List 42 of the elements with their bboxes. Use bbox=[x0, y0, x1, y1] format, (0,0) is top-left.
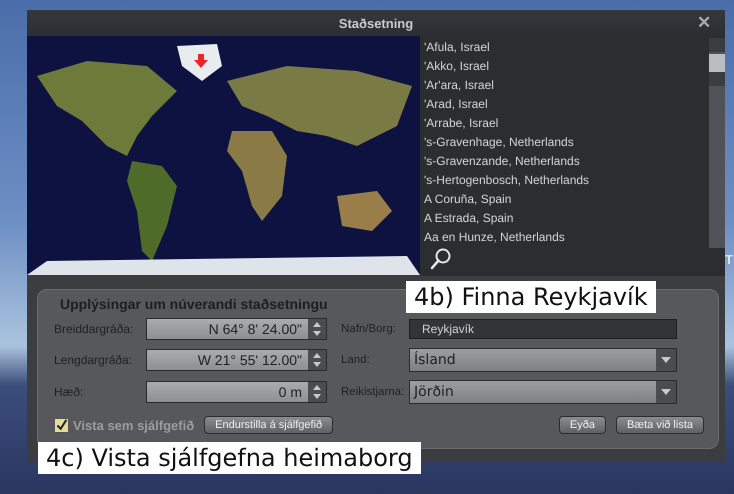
search-icon[interactable] bbox=[430, 248, 452, 270]
field-label: Nafn/Borg: bbox=[340, 323, 397, 335]
background-text: T bbox=[725, 252, 733, 267]
list-item[interactable]: 's-Gravenzande, Netherlands bbox=[420, 152, 710, 171]
text-field[interactable]: Reykjavík bbox=[409, 319, 677, 339]
field-label: Hæð: bbox=[54, 385, 84, 399]
field-label: Land: bbox=[340, 354, 371, 366]
scrollbar[interactable] bbox=[709, 38, 725, 248]
list-item[interactable]: Aa en Hunze, Netherlands bbox=[420, 228, 710, 247]
list-item[interactable]: 's-Hertogenbosch, Netherlands bbox=[420, 171, 710, 190]
reset-button[interactable]: Endurstilla á sjálfgefið bbox=[204, 416, 334, 434]
window-title: Staðsetning bbox=[338, 16, 414, 30]
list-item[interactable]: 'Ar'ara, Israel bbox=[420, 76, 710, 95]
location-marker-icon bbox=[194, 54, 208, 68]
action-button[interactable]: Bæta við lista bbox=[616, 416, 704, 434]
stepper-arrows-icon[interactable] bbox=[308, 319, 326, 339]
field-label: Lengdargráða: bbox=[54, 353, 134, 367]
field-label: Breiddargráða: bbox=[54, 322, 134, 336]
list-item[interactable]: 'Arad, Israel bbox=[420, 95, 710, 114]
close-button[interactable]: ✕ bbox=[697, 13, 711, 33]
list-item[interactable]: A Coruña, Spain bbox=[420, 190, 710, 209]
list-item[interactable]: 'Akko, Israel bbox=[420, 57, 710, 76]
caret-icon[interactable] bbox=[656, 349, 676, 371]
checkbox[interactable] bbox=[54, 418, 69, 432]
checkbox-label: Vista sem sjálfgefið bbox=[73, 418, 194, 432]
field-label: Reikistjarna: bbox=[340, 386, 406, 398]
spinner-field[interactable]: W 21° 55' 12.00" bbox=[146, 349, 327, 371]
caption-label: 4c) Vista sjálfgefna heimaborg bbox=[38, 442, 421, 474]
dropdown[interactable]: Jörðin bbox=[409, 380, 677, 404]
caption-label: 4b) Finna Reykjavík bbox=[406, 281, 656, 313]
stepper-arrows-icon[interactable] bbox=[308, 350, 326, 370]
list-item[interactable]: 's-Gravenhage, Netherlands bbox=[420, 133, 710, 152]
list-item[interactable]: 'Afula, Israel bbox=[420, 38, 710, 57]
panel-heading: Upplýsingar um núverandi staðsetningu bbox=[60, 296, 328, 312]
dropdown[interactable]: Ísland bbox=[409, 348, 677, 372]
list-item[interactable]: A Estrada, Spain bbox=[420, 209, 710, 228]
caret-icon[interactable] bbox=[656, 381, 676, 403]
action-button[interactable]: Eyða bbox=[558, 416, 606, 434]
spinner-field[interactable]: N 64° 8' 24.00" bbox=[146, 318, 327, 340]
spinner-field[interactable]: 0 m bbox=[146, 381, 327, 403]
list-item[interactable]: 'Arrabe, Israel bbox=[420, 114, 710, 133]
stepper-arrows-icon[interactable] bbox=[308, 382, 326, 402]
